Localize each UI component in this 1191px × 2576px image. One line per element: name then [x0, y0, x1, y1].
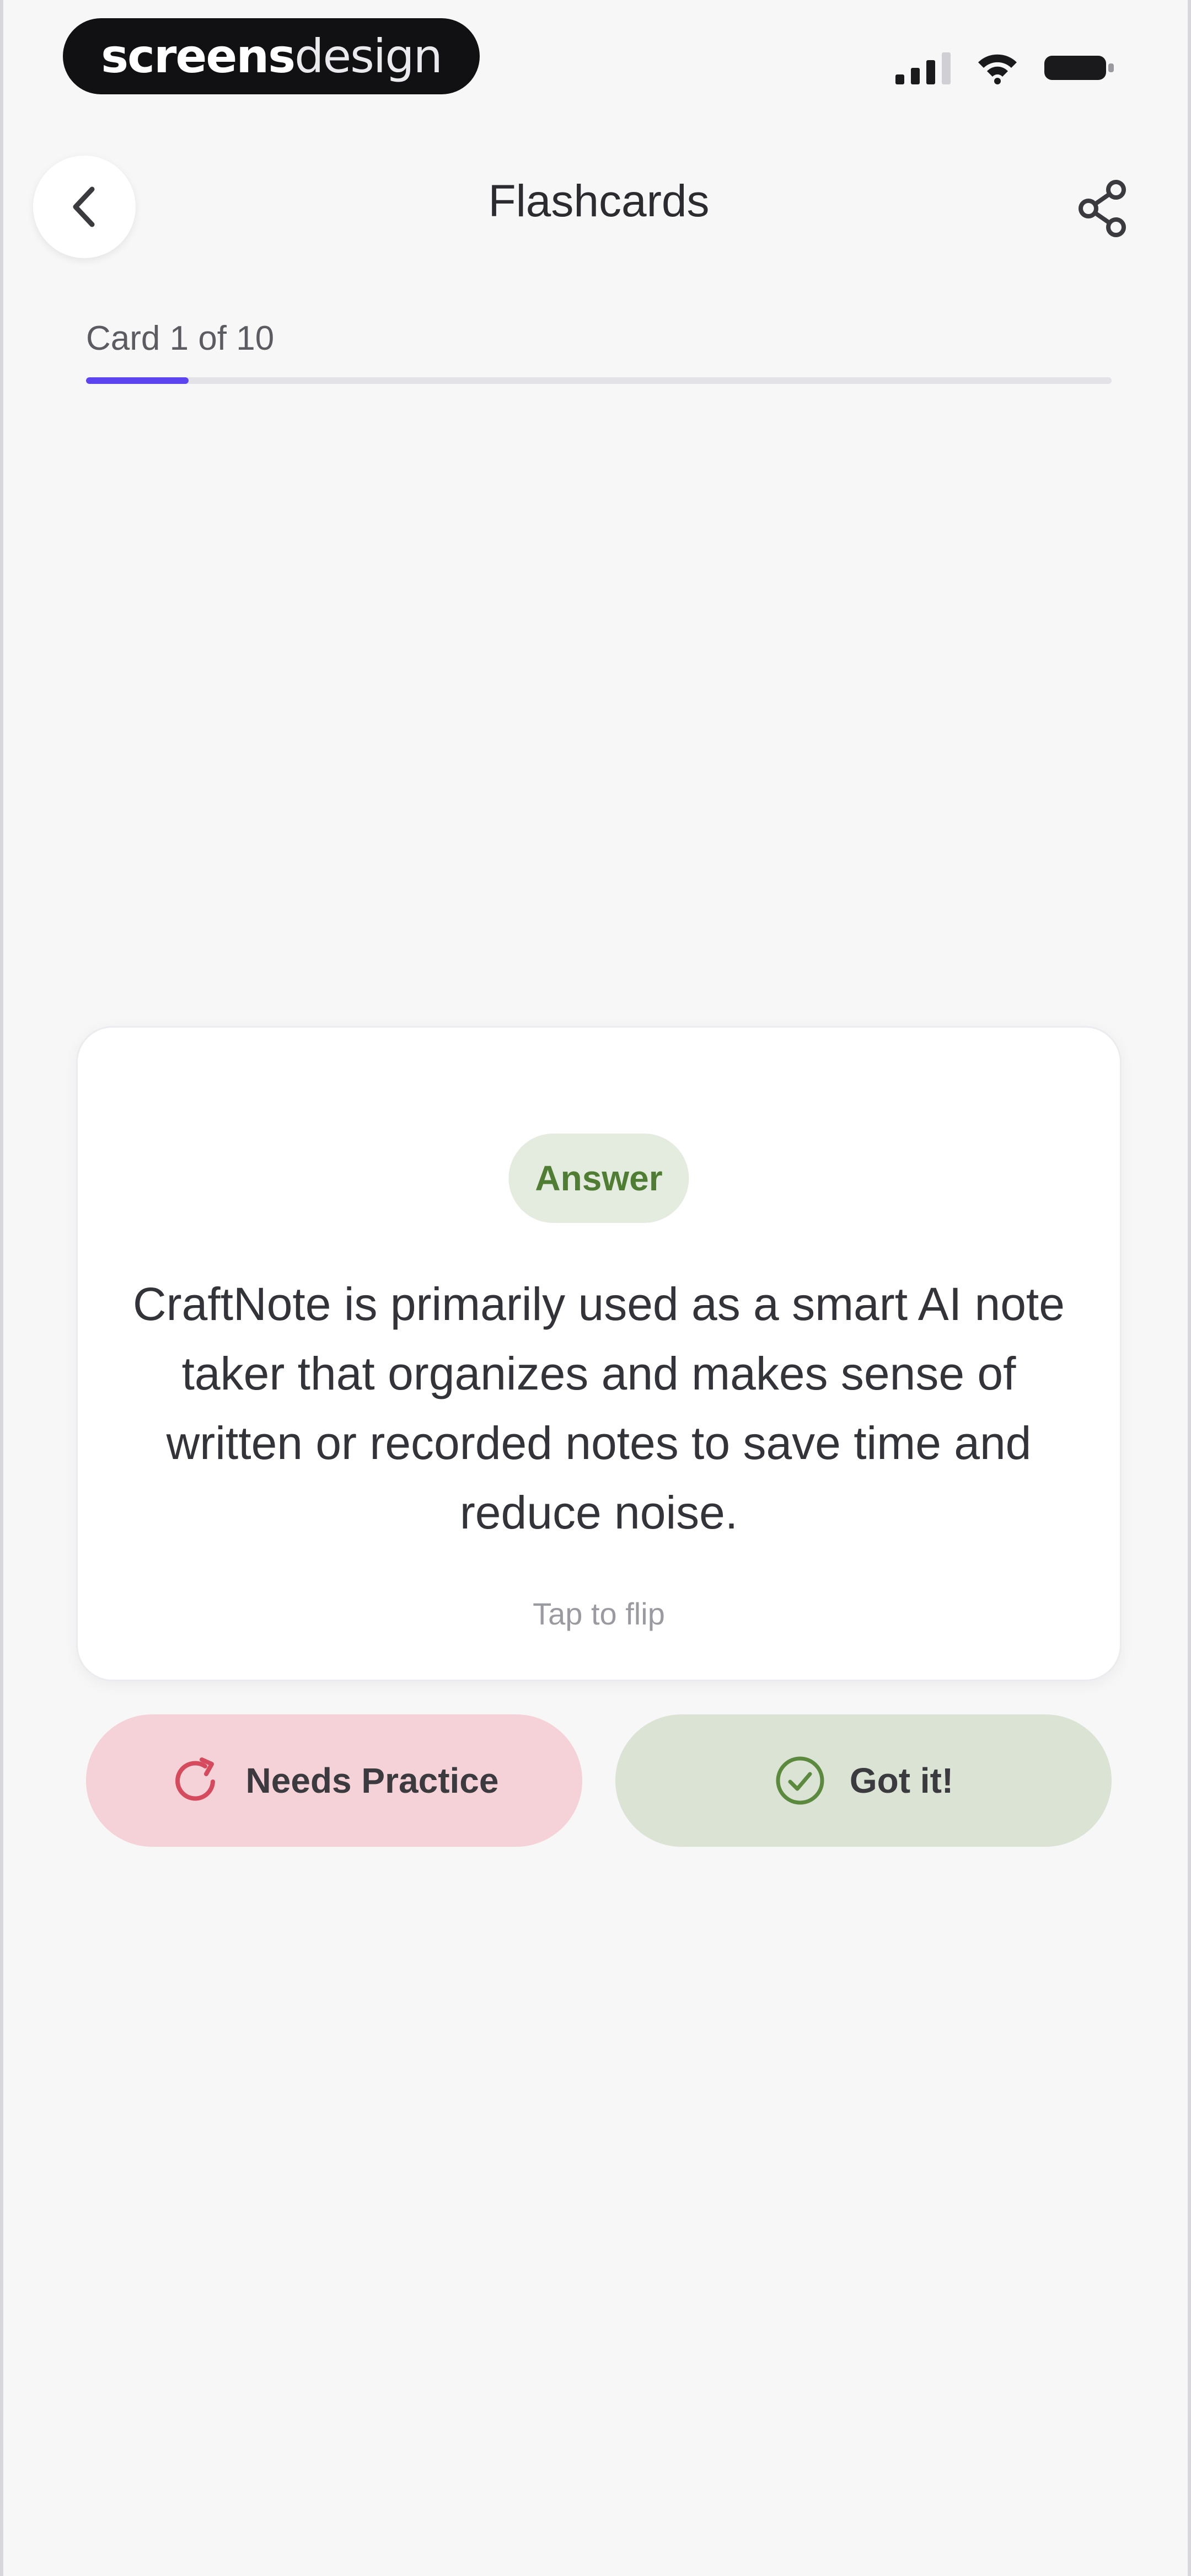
share-button[interactable] [1070, 175, 1136, 242]
flashcards-screen: screens design Flashcards Card 1 of 10 A… [0, 0, 1191, 2576]
got-it-button[interactable]: Got it! [615, 1714, 1112, 1847]
needs-practice-button[interactable]: Needs Practice [86, 1714, 582, 1847]
page-title: Flashcards [488, 176, 710, 226]
cellular-signal-icon [895, 52, 951, 84]
battery-icon [1044, 56, 1114, 80]
refresh-icon [170, 1754, 223, 1807]
status-bar [895, 50, 1116, 86]
watermark-part-1: screens [101, 29, 296, 83]
answer-text: CraftNote is primarily used as a smart A… [133, 1278, 1065, 1538]
got-it-label: Got it! [849, 1761, 954, 1800]
flashcard[interactable]: Answer CraftNote is primarily used as a … [76, 1026, 1122, 1681]
card-progress-bar [86, 377, 1112, 384]
needs-practice-label: Needs Practice [245, 1761, 499, 1800]
tap-to-flip-hint: Tap to flip [533, 1596, 665, 1631]
watermark-part-2: design [294, 29, 443, 83]
card-progress-label: Card 1 of 10 [86, 319, 275, 357]
wifi-icon [978, 54, 1017, 84]
screensdesign-watermark: screens design [63, 18, 480, 94]
card-progress-fill [86, 377, 189, 384]
share-icon [1079, 180, 1126, 237]
answer-badge: Answer [508, 1134, 689, 1223]
check-circle-icon [774, 1754, 827, 1807]
